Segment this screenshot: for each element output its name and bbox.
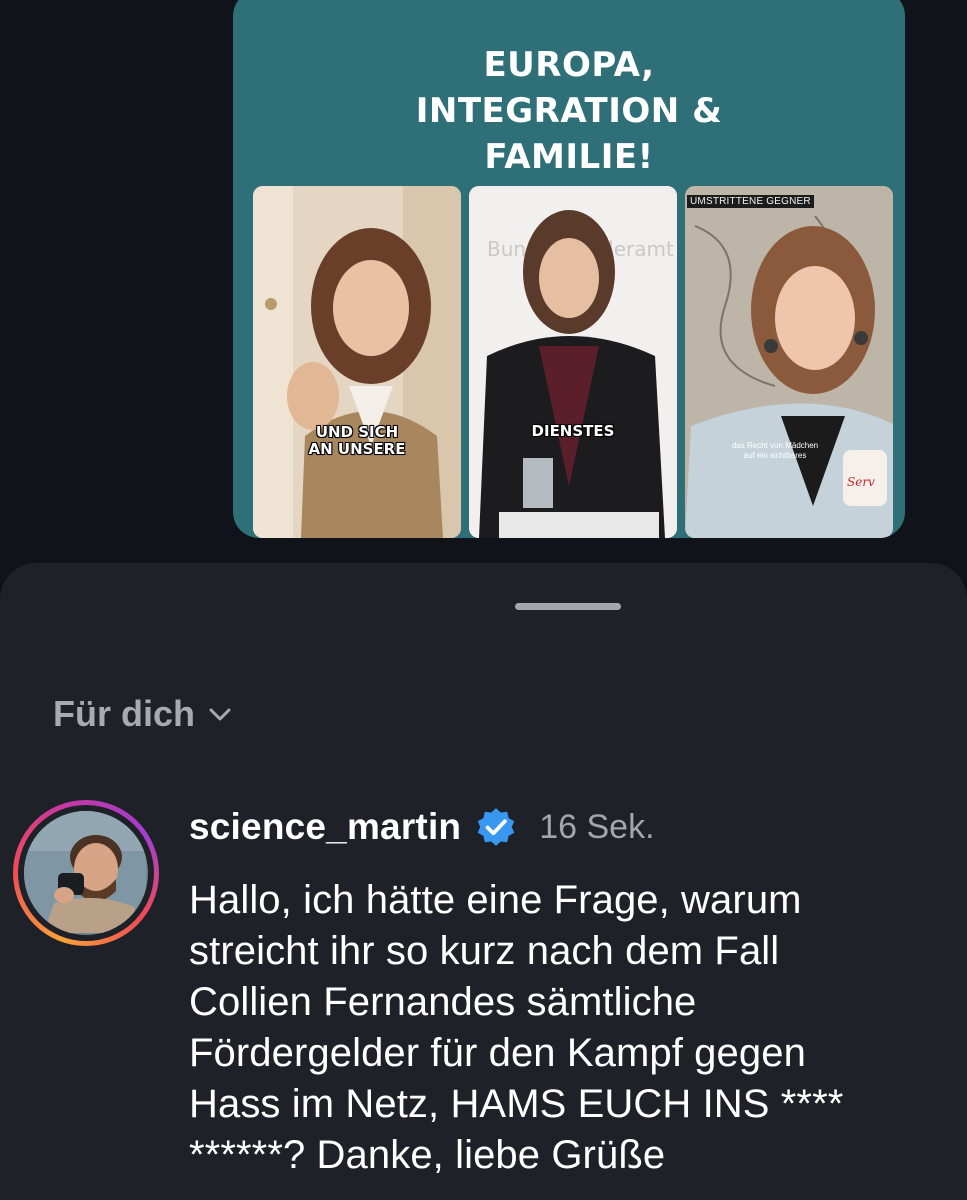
comment-timestamp: 16 Sek. xyxy=(539,807,655,846)
comments-sheet: Für dich science_martin 16 Sek. Hallo, i… xyxy=(0,563,967,1200)
video-thumbnail-2[interactable]: Bundeskanzleramt DIENSTES xyxy=(469,186,677,538)
thumbnail-3-top-label: UMSTRITTENE GEGNER xyxy=(687,195,814,208)
post-preview-area: EUROPA, INTEGRATION & FAMILIE! UND SICH … xyxy=(0,0,967,580)
avatar-photo xyxy=(24,811,146,933)
thumbnail-3-image: Serv xyxy=(685,186,893,538)
thumbnail-2-image: Bundeskanzleramt xyxy=(469,186,677,538)
feed-filter-dropdown[interactable]: Für dich xyxy=(53,693,231,735)
thumbnail-1-image xyxy=(253,186,461,538)
story-ring[interactable] xyxy=(13,800,159,946)
comment-username[interactable]: science_martin xyxy=(189,806,461,848)
video-thumbnail-3[interactable]: Serv UMSTRITTENE GEGNER das Recht von Mä… xyxy=(685,186,893,538)
thumbnail-1-caption: UND SICH AN UNSERE xyxy=(308,423,406,458)
verified-badge-icon xyxy=(477,808,515,846)
microphone-logo: Serv xyxy=(847,475,875,489)
post-title: EUROPA, INTEGRATION & FAMILIE! xyxy=(233,42,905,180)
thumbnail-3-subtitle: das Recht von Mädchen auf ein sichtbares xyxy=(731,441,819,460)
sheet-drag-handle[interactable] xyxy=(515,603,621,610)
post-title-line: FAMILIE! xyxy=(484,137,654,177)
thumbnail-2-caption: DIENSTES xyxy=(531,422,615,440)
post-title-line: EUROPA, xyxy=(483,45,655,85)
feed-filter-label: Für dich xyxy=(53,693,195,734)
comment-text: Hallo, ich hätte eine Frage, warum strei… xyxy=(189,878,844,1177)
post-title-line: INTEGRATION & xyxy=(415,91,723,131)
video-thumbnail-1[interactable]: UND SICH AN UNSERE xyxy=(253,186,461,538)
user-avatar xyxy=(24,811,148,935)
comment-header: science_martin 16 Sek. xyxy=(189,806,655,848)
post-card[interactable]: EUROPA, INTEGRATION & FAMILIE! UND SICH … xyxy=(233,0,905,538)
chevron-down-icon xyxy=(209,708,231,721)
